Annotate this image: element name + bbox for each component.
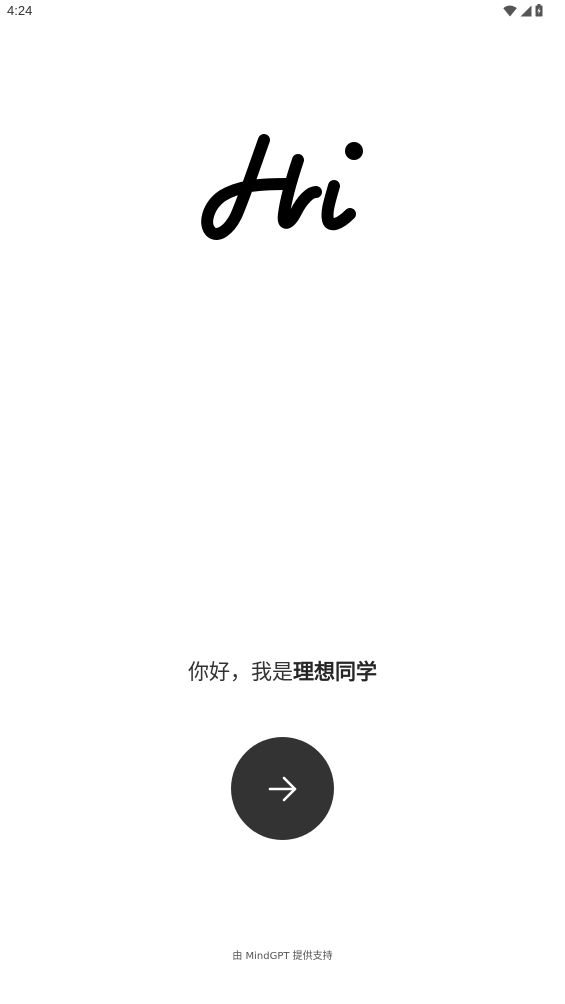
greeting-prefix: 你好，我是	[188, 660, 293, 684]
cellular-signal-icon	[520, 5, 532, 16]
hi-logo	[201, 134, 363, 240]
powered-by-footer: 由 MindGPT 提供支持	[232, 951, 333, 962]
assistant-name: 理想同学	[293, 660, 377, 684]
next-button[interactable]	[231, 737, 334, 840]
arrow-right-icon	[268, 776, 296, 801]
greeting-text: 你好，我是理想同学	[0, 656, 565, 686]
status-bar: 4:24	[0, 0, 565, 24]
battery-charging-icon	[535, 4, 543, 17]
status-time: 4:24	[7, 3, 33, 18]
status-icons	[503, 4, 543, 17]
wifi-icon	[503, 5, 517, 16]
